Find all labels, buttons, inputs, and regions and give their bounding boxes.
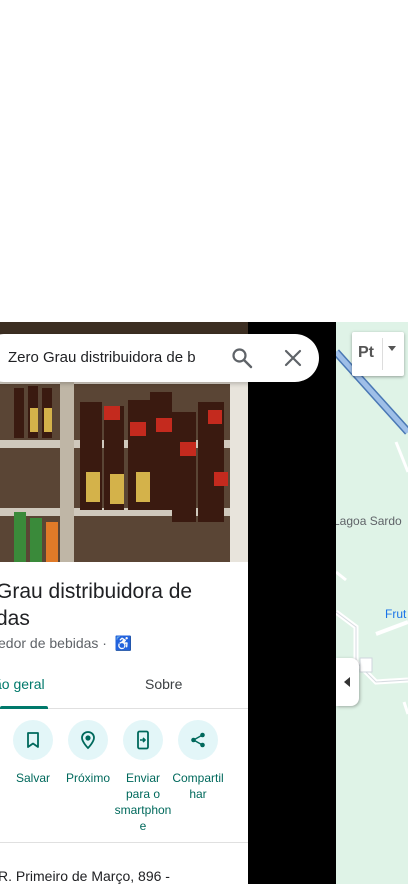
search-icon[interactable] — [231, 347, 253, 374]
search-box[interactable]: Zero Grau distribuidora de bebidas — [0, 334, 319, 382]
send-to-phone-label: Enviar para o smartphone — [114, 771, 172, 833]
tab-about[interactable]: Sobre — [145, 676, 182, 692]
place-panel: Grau distribuidora de das edor de bebida… — [0, 322, 248, 884]
save-label: Salvar — [15, 771, 50, 785]
place-category-text: edor de bebidas · — [0, 635, 107, 651]
place-title: Grau distribuidora de das — [0, 578, 248, 632]
place-category: edor de bebidas · ♿ — [0, 635, 132, 652]
save-button[interactable]: Salvar — [4, 720, 62, 786]
map-layers-text: Pt — [358, 344, 374, 361]
map-view[interactable]: Lagoa Sardo Frut — [336, 322, 408, 884]
chevron-down-icon[interactable] — [388, 346, 396, 351]
place-tabs: ão geral Sobre — [0, 662, 248, 709]
share-label: Compartilhar — [172, 771, 224, 801]
collapse-panel-button[interactable] — [336, 658, 359, 706]
share-icon — [178, 720, 218, 760]
send-to-phone-icon — [123, 720, 163, 760]
active-tab-indicator — [0, 706, 48, 709]
send-to-phone-button[interactable]: Enviar para o smartphone — [114, 720, 172, 834]
map-layers-divider — [382, 338, 383, 370]
tab-overview[interactable]: ão geral — [0, 676, 45, 692]
close-icon[interactable] — [283, 348, 303, 373]
place-title-line2: das — [0, 607, 30, 630]
search-input[interactable]: Zero Grau distribuidora de bebidas — [8, 349, 196, 366]
map-label-lagoa: Lagoa Sardo — [336, 514, 402, 528]
panel-gap — [248, 322, 336, 884]
wheelchair-icon[interactable]: ♿ — [115, 635, 132, 651]
share-button[interactable]: Compartilhar — [169, 720, 227, 802]
map-layers-button[interactable]: Pt — [352, 332, 404, 376]
bookmark-icon — [13, 720, 53, 760]
place-address[interactable]: R. Primeiro de Março, 896 - — [0, 868, 170, 884]
place-title-line1: Grau distribuidora de — [0, 580, 193, 603]
map-label-fru: Frut — [385, 607, 407, 621]
blank-area — [0, 0, 408, 322]
section-divider — [0, 842, 248, 843]
nearby-label: Próximo — [65, 771, 110, 785]
nearby-button[interactable]: Próximo — [59, 720, 117, 786]
nearby-icon — [68, 720, 108, 760]
chevron-left-icon — [344, 677, 350, 687]
